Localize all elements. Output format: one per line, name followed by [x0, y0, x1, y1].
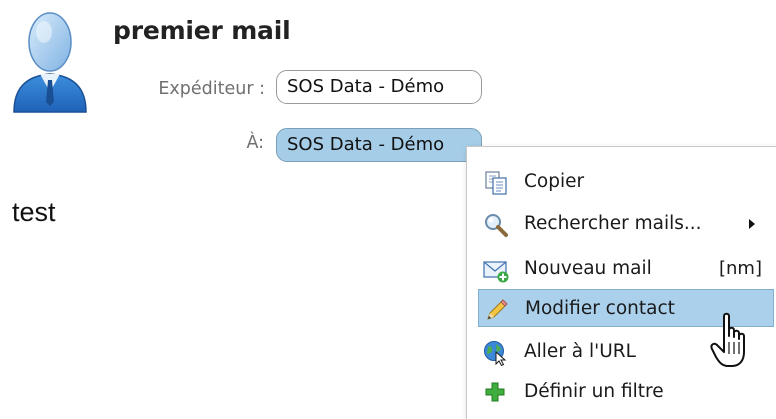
menu-item-define-filter[interactable]: Définir un filtre [478, 373, 774, 411]
recipient-chip[interactable]: SOS Data - Démo [276, 128, 482, 162]
new-mail-icon [483, 261, 509, 283]
menu-item-label: Modifier contact [525, 298, 675, 319]
menu-item-label: Nouveau mail [524, 258, 652, 279]
menu-item-shortcut: [nm] [719, 258, 762, 279]
plus-icon [485, 382, 505, 402]
recipient-label: À: [246, 133, 264, 153]
menu-item-new-mail[interactable]: Nouveau mail [nm] [478, 250, 774, 288]
sender-label: Expéditeur : [158, 79, 265, 99]
sender-chip[interactable]: SOS Data - Démo [276, 70, 482, 104]
context-menu: Copier Rechercher mails... Nouveau mail … [466, 146, 776, 419]
menu-item-go-to-url[interactable]: Aller à l'URL [478, 333, 774, 371]
pencil-icon [487, 299, 508, 320]
search-icon [485, 214, 508, 237]
avatar-icon [13, 12, 87, 113]
menu-item-label: Copier [524, 171, 585, 192]
menu-item-copy[interactable]: Copier [478, 163, 774, 201]
menu-item-label: Rechercher mails... [524, 213, 702, 234]
copy-icon [485, 171, 507, 195]
menu-item-search-mails[interactable]: Rechercher mails... [478, 205, 774, 243]
submenu-arrow-icon [749, 219, 755, 229]
menu-item-label: Aller à l'URL [524, 341, 636, 362]
mail-subject: premier mail [113, 16, 291, 45]
globe-link-icon [484, 341, 507, 366]
menu-item-label: Définir un filtre [524, 381, 664, 402]
mail-body: test [12, 197, 56, 227]
menu-item-edit-contact[interactable]: Modifier contact [478, 289, 774, 327]
